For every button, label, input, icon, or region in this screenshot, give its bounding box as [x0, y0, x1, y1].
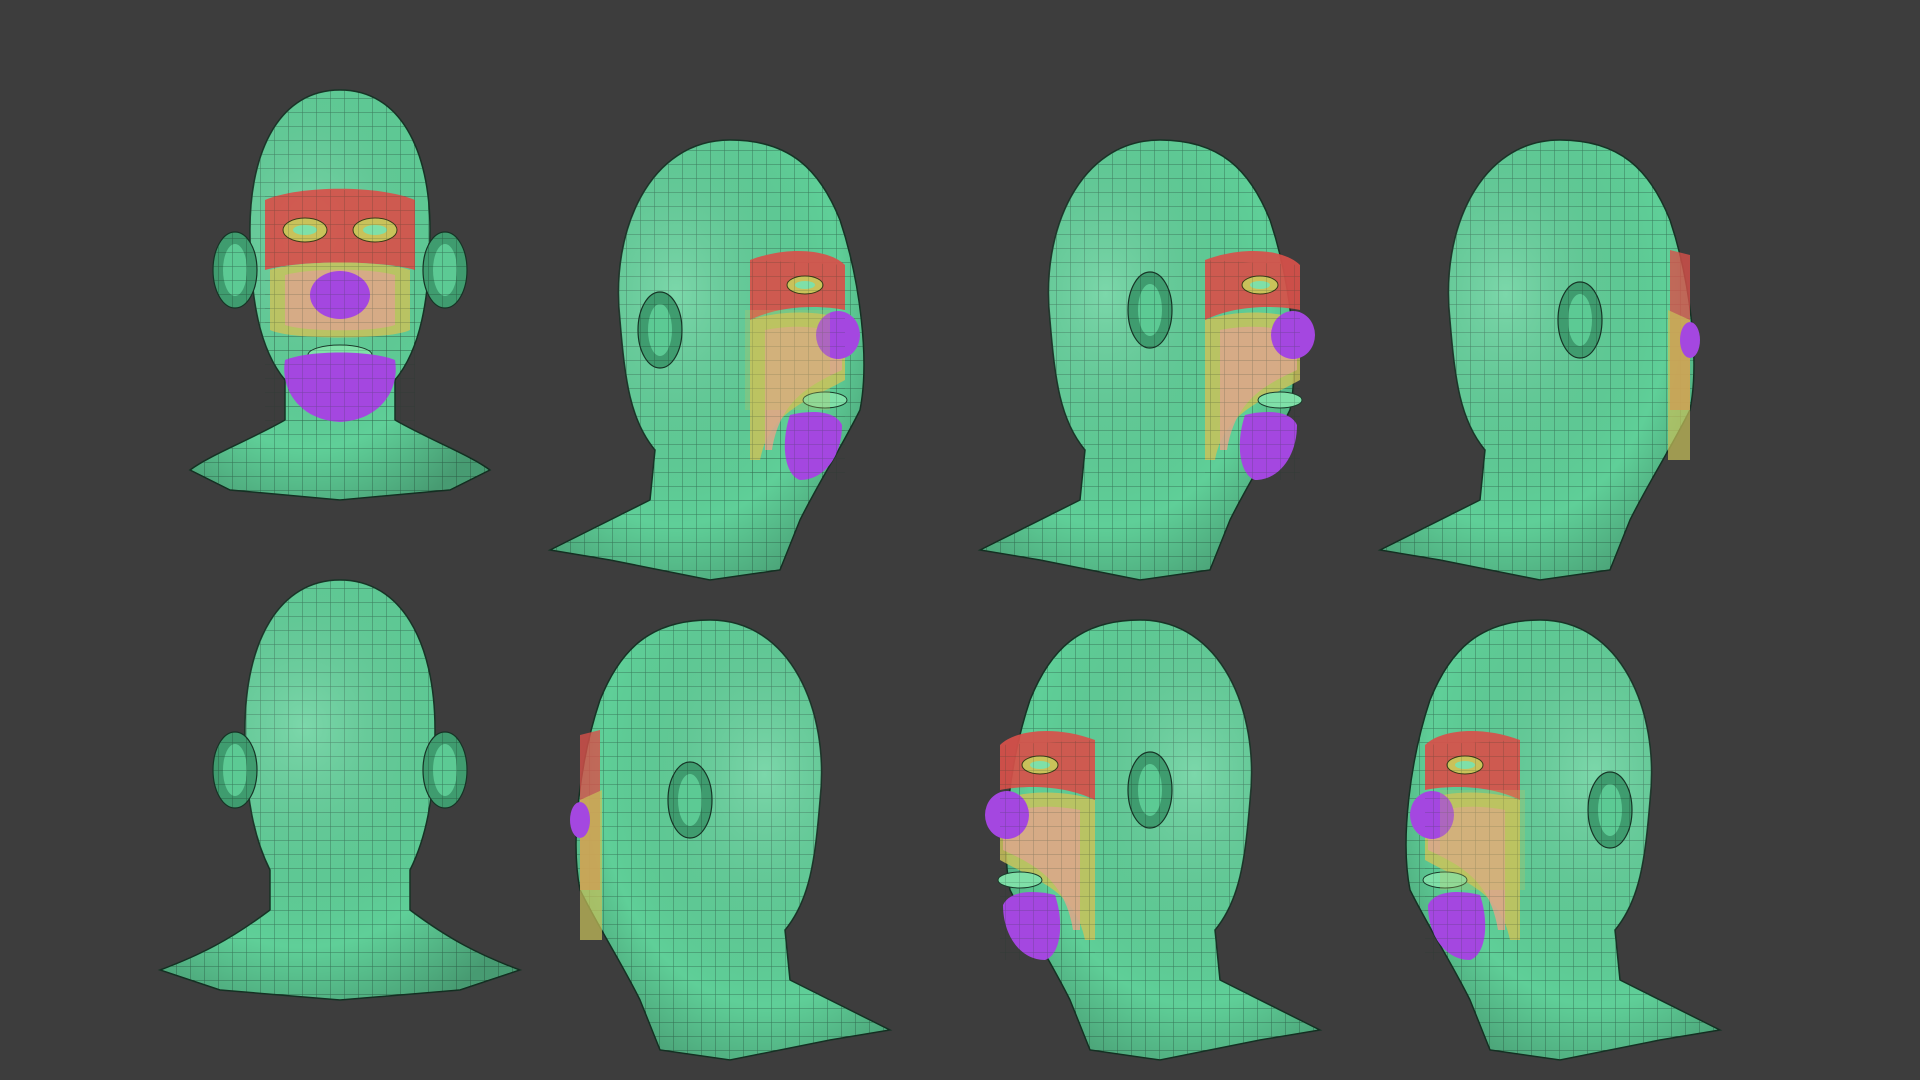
topology-sheet — [0, 0, 1920, 1080]
